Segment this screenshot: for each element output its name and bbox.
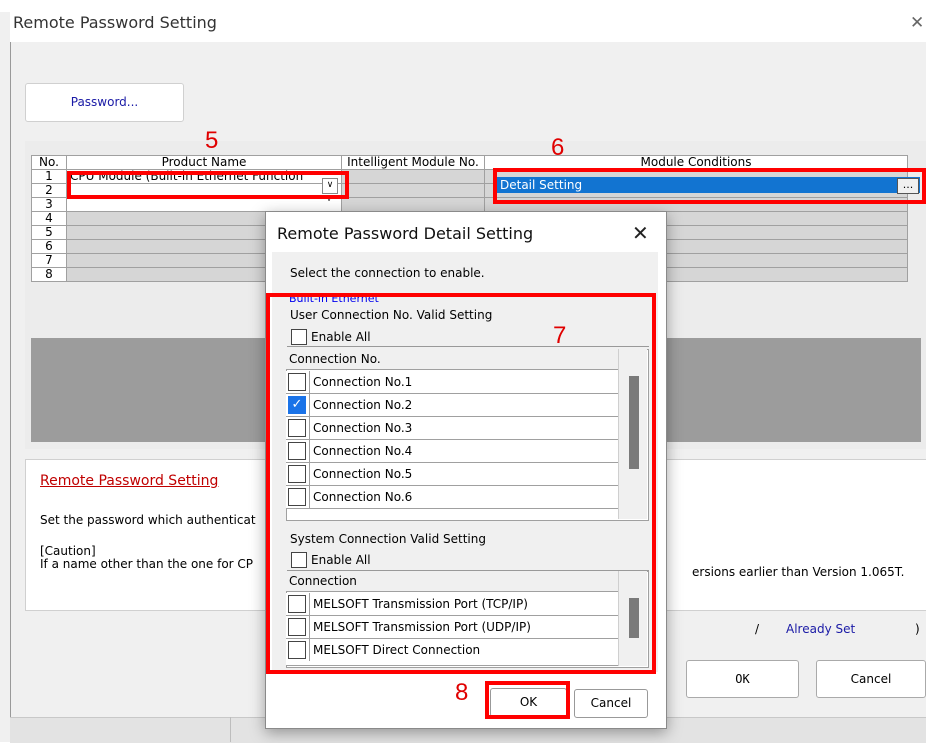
annotation-box-6 [493, 168, 926, 204]
ok-button[interactable]: OK [686, 660, 799, 698]
annotation-number-8: 8 [455, 679, 469, 706]
cancel-button[interactable]: Cancel [816, 660, 926, 698]
row-no: 3 [31, 197, 67, 212]
password-button[interactable]: Password... [25, 83, 184, 122]
status-bar-divider [230, 717, 231, 742]
annotation-box-8 [485, 681, 570, 719]
annotation-box-5 [67, 171, 349, 199]
product-select[interactable] [66, 197, 342, 212]
row-no: 5 [31, 225, 67, 240]
col-header-product: Product Name [66, 155, 342, 170]
annotation-number-6: 6 [551, 134, 565, 161]
row-no: 2 [31, 183, 67, 198]
dialog-cancel-button[interactable]: Cancel [574, 689, 648, 718]
intelligent-cell [341, 169, 485, 184]
row-no: 1 [31, 169, 67, 184]
dialog-title: Remote Password Detail Setting [277, 224, 534, 243]
col-header-no: No. [31, 155, 67, 170]
col-header-intelligent: Intelligent Module No. [341, 155, 485, 170]
status-paren: ) [915, 622, 920, 636]
row-no: 4 [31, 211, 67, 226]
window-border [10, 42, 11, 742]
intelligent-cell [341, 183, 485, 198]
info-text: Set the password which authenticat [40, 513, 256, 527]
annotation-box-7 [266, 293, 656, 674]
close-icon[interactable]: ✕ [910, 13, 924, 33]
intelligent-cell [341, 197, 485, 212]
already-set-status: Already Set [786, 622, 856, 636]
annotation-number-7: 7 [553, 322, 567, 349]
row-no: 8 [31, 267, 67, 282]
caution-text: If a name other than the one for CP [40, 557, 254, 571]
window-title: Remote Password Setting [13, 13, 217, 32]
dialog-prompt: Select the connection to enable. [290, 266, 485, 280]
caution-text-continued: ersions earlier than Version 1.065T. [692, 565, 905, 579]
row-no: 7 [31, 253, 67, 268]
annotation-number-5: 5 [205, 127, 219, 154]
row-no: 6 [31, 239, 67, 254]
caution-label: [Caution] [40, 544, 96, 558]
dialog-close-icon[interactable]: ✕ [632, 221, 649, 245]
status-separator: / [755, 622, 760, 636]
top-strip [0, 0, 926, 12]
info-title: Remote Password Setting [40, 473, 219, 489]
